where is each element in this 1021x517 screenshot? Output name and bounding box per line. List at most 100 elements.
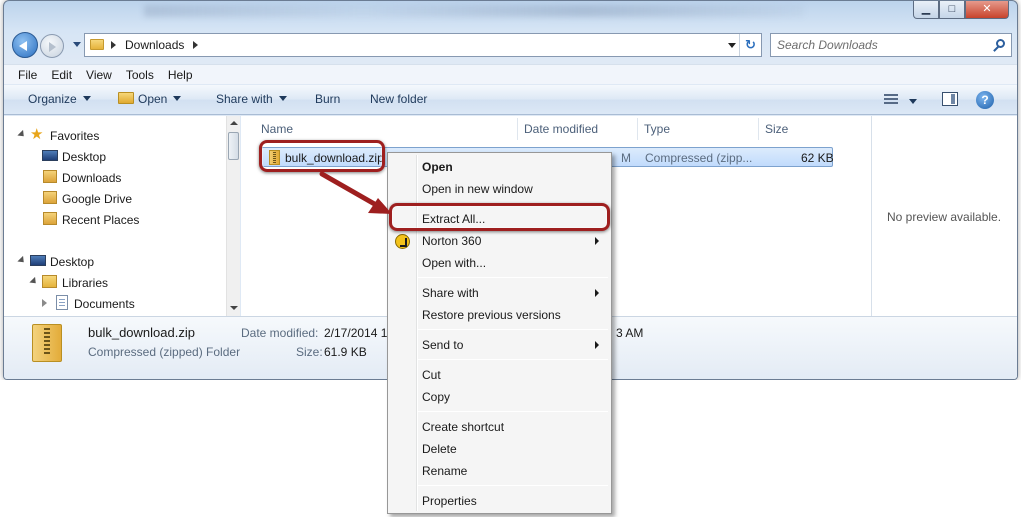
menu-item-create-shortcut[interactable]: Create shortcut [422, 420, 504, 434]
tree-libraries-label: Libraries [62, 276, 109, 290]
open-folder-icon [118, 92, 134, 104]
expand-arrow-icon[interactable] [42, 299, 47, 307]
column-header-name[interactable]: Name [261, 122, 293, 136]
menu-edit[interactable]: Edit [44, 65, 79, 82]
no-preview-text: No preview available. [887, 210, 1002, 224]
blurred-title-bar [144, 5, 804, 17]
details-date-value: 2/17/2014 1 [324, 326, 388, 340]
menu-item-copy[interactable]: Copy [422, 390, 450, 404]
maximize-button[interactable]: □ [939, 1, 965, 19]
menu-separator [418, 485, 608, 486]
desktop-icon [42, 150, 58, 161]
menu-item-properties[interactable]: Properties [422, 494, 477, 508]
tree-item-label: Desktop [62, 150, 107, 164]
share-with-button[interactable]: Share with [216, 92, 287, 106]
breadcrumb-downloads[interactable]: Downloads [125, 38, 184, 52]
file-size-cell: 62 KB [801, 151, 834, 165]
close-button[interactable]: ✕ [965, 1, 1009, 19]
google-drive-folder-icon [43, 191, 57, 204]
menu-item-open-with[interactable]: Open with... [422, 256, 486, 270]
scrollbar-thumb[interactable] [228, 132, 239, 160]
chevron-down-icon[interactable] [909, 99, 917, 104]
expand-arrow-icon[interactable] [29, 276, 39, 287]
column-header-size[interactable]: Size [765, 122, 788, 136]
details-file-kind: Compressed (zipped) Folder [88, 345, 241, 359]
details-date-label: Date modified: [241, 326, 319, 340]
submenu-arrow-icon [595, 237, 599, 245]
tree-item-label: Downloads [62, 171, 122, 185]
menu-item-open[interactable]: Open [422, 160, 453, 174]
details-time-fragment: 3 AM [616, 326, 644, 340]
breadcrumb-chevron-icon[interactable] [111, 41, 116, 49]
details-file-name: bulk_download.zip [88, 325, 195, 340]
star-icon: ★ [30, 126, 44, 143]
navigation-pane: ★ Favorites Desktop Downloads Google Dri… [4, 116, 240, 316]
menu-file[interactable]: File [4, 65, 44, 82]
share-with-label: Share with [216, 92, 273, 106]
details-size-label: Size: [296, 345, 323, 359]
open-button[interactable]: Open [118, 92, 182, 106]
file-type-cell: Compressed (zipp... [645, 151, 753, 165]
scroll-down-arrow-icon[interactable] [230, 306, 238, 310]
nav-scrollbar[interactable] [226, 116, 240, 316]
organize-button[interactable]: Organize [28, 92, 91, 106]
address-history-dropdown[interactable] [728, 43, 736, 48]
preview-pane-icon[interactable] [942, 92, 958, 106]
burn-button[interactable]: Burn [315, 92, 340, 106]
new-folder-label: New folder [370, 92, 428, 106]
address-bar[interactable]: Downloads ↻ [84, 33, 762, 57]
menu-view[interactable]: View [79, 65, 119, 82]
column-divider[interactable] [758, 118, 759, 140]
file-date-cell: M [621, 151, 631, 165]
menu-item-restore-previous-versions[interactable]: Restore previous versions [422, 308, 561, 322]
menu-item-send-to[interactable]: Send to [422, 338, 463, 352]
menu-item-open-new-window[interactable]: Open in new window [422, 182, 533, 196]
breadcrumb-chevron-icon[interactable] [193, 41, 198, 49]
back-arrow-icon[interactable] [12, 32, 38, 58]
column-divider[interactable] [637, 118, 638, 140]
help-icon[interactable]: ? [976, 91, 994, 109]
recent-places-icon [43, 212, 57, 225]
new-folder-button[interactable]: New folder [370, 92, 427, 106]
menu-item-cut[interactable]: Cut [422, 368, 441, 382]
column-header-type[interactable]: Type [644, 122, 670, 136]
burn-label: Burn [315, 92, 341, 106]
tree-item-label: Recent Places [62, 213, 140, 227]
menu-tools[interactable]: Tools [119, 65, 161, 82]
caption-buttons: ▁ □ ✕ [913, 1, 1009, 19]
menu-separator [418, 359, 608, 360]
menu-item-norton-360[interactable]: Norton 360 [422, 234, 481, 248]
column-header-date-modified[interactable]: Date modified [524, 122, 598, 136]
chevron-down-icon [82, 96, 91, 101]
expand-arrow-icon[interactable] [17, 255, 27, 266]
zip-folder-large-icon [32, 324, 62, 362]
highlight-box-file [259, 140, 385, 172]
minimize-button[interactable]: ▁ [913, 1, 939, 19]
menu-item-rename[interactable]: Rename [422, 464, 467, 478]
submenu-arrow-icon [595, 341, 599, 349]
open-label: Open [138, 92, 168, 106]
documents-icon [56, 295, 68, 310]
forward-arrow-icon[interactable] [40, 34, 64, 58]
folder-icon [90, 39, 104, 50]
menu-separator [418, 277, 608, 278]
expand-arrow-icon[interactable] [17, 129, 27, 140]
column-divider[interactable] [517, 118, 518, 140]
menu-item-share-with[interactable]: Share with [422, 286, 479, 300]
search-input[interactable] [777, 37, 987, 53]
organize-label: Organize [28, 92, 77, 106]
search-icon[interactable] [996, 39, 1005, 48]
preview-pane: No preview available. [871, 116, 1017, 316]
menu-help[interactable]: Help [161, 65, 200, 82]
chevron-down-icon [278, 96, 287, 101]
recent-pages-dropdown[interactable] [73, 42, 81, 47]
refresh-icon[interactable]: ↻ [739, 34, 761, 56]
norton-icon [395, 234, 410, 249]
search-box[interactable] [770, 33, 1012, 57]
menu-item-delete[interactable]: Delete [422, 442, 457, 456]
command-bar: Organize Open Share with Burn New folder… [4, 85, 1017, 115]
highlight-box-extract-all [389, 203, 610, 231]
scroll-up-arrow-icon[interactable] [230, 121, 238, 125]
libraries-icon [42, 275, 57, 288]
view-icon[interactable] [884, 94, 898, 105]
